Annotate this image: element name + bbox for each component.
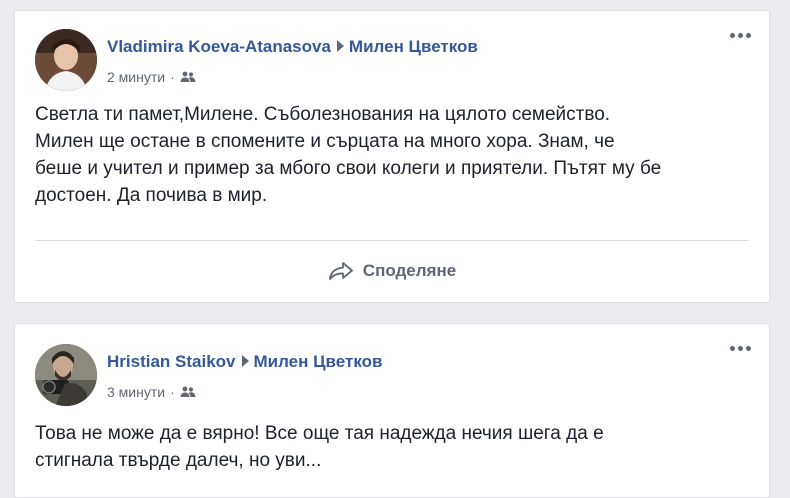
posted-to-arrow-icon bbox=[241, 355, 249, 367]
more-options-icon[interactable] bbox=[730, 346, 751, 351]
post-timestamp[interactable]: 2 минути bbox=[107, 69, 165, 85]
avatar-photo-icon bbox=[35, 29, 97, 91]
post-meta: 2 минути · bbox=[107, 69, 196, 85]
divider bbox=[35, 240, 749, 241]
dot bbox=[738, 346, 743, 351]
friends-icon[interactable] bbox=[180, 386, 196, 398]
post-text-line: Милен ще остане в спомените и сърцата на… bbox=[35, 131, 615, 152]
share-arrow-icon bbox=[328, 262, 353, 280]
dot bbox=[738, 33, 743, 38]
dot bbox=[730, 33, 735, 38]
post-header: Hristian Staikov Милен Цветков bbox=[107, 352, 382, 372]
post-text-line: достоен. Да почива в мир. bbox=[35, 185, 268, 206]
avatar[interactable] bbox=[35, 29, 97, 91]
post-card: Hristian Staikov Милен Цветков 3 минути ·… bbox=[14, 323, 770, 498]
share-button[interactable]: Споделяне bbox=[15, 255, 769, 287]
posted-to-arrow-icon bbox=[336, 40, 344, 52]
more-options-icon[interactable] bbox=[730, 33, 751, 38]
post-body: Това не може да е вярно! Все още тая над… bbox=[35, 420, 745, 474]
meta-separator: · bbox=[170, 384, 175, 400]
post-text-line: беше и учител и пример за мбого свои кол… bbox=[35, 158, 662, 179]
avatar[interactable] bbox=[35, 344, 97, 406]
target-page-link[interactable]: Милен Цветков bbox=[349, 37, 478, 56]
share-label: Споделяне bbox=[362, 261, 457, 280]
dot bbox=[746, 33, 751, 38]
post-text-line: стигнала твърде далеч, но уви... bbox=[35, 450, 322, 471]
post-meta: 3 минути · bbox=[107, 384, 196, 400]
post-text-line: Светла ти памет,Милене. Съболезнования н… bbox=[35, 104, 611, 125]
post-text-line: Това не може да е вярно! Все още тая над… bbox=[35, 423, 604, 444]
friends-icon[interactable] bbox=[180, 71, 196, 83]
author-name-link[interactable]: Hristian Staikov bbox=[107, 352, 236, 371]
post-card: Vladimira Koeva-Atanasova Милен Цветков 2… bbox=[14, 10, 770, 303]
dot bbox=[746, 346, 751, 351]
target-page-link[interactable]: Милен Цветков bbox=[254, 352, 383, 371]
dot bbox=[730, 346, 735, 351]
avatar-photo-icon bbox=[35, 344, 97, 406]
author-name-link[interactable]: Vladimira Koeva-Atanasova bbox=[107, 37, 331, 56]
post-body: Светла ти памет,Милене. Съболезнования н… bbox=[35, 101, 745, 209]
post-header: Vladimira Koeva-Atanasova Милен Цветков bbox=[107, 37, 478, 57]
post-timestamp[interactable]: 3 минути bbox=[107, 384, 165, 400]
meta-separator: · bbox=[170, 69, 175, 85]
